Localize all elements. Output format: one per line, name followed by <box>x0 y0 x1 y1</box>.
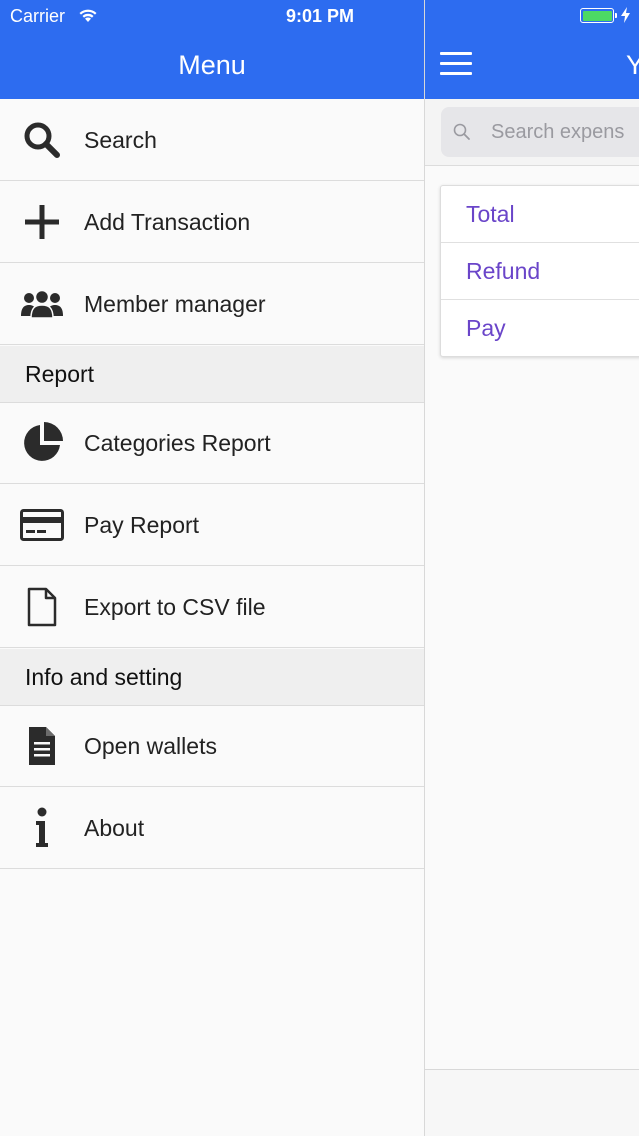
wifi-icon <box>78 8 98 28</box>
section-title: Info and setting <box>25 664 183 690</box>
menu-item-export-csv[interactable]: Export to CSV file <box>0 567 424 648</box>
search-expenses-input[interactable]: Search expens <box>441 107 639 157</box>
menu-item-label: Pay Report <box>84 512 200 538</box>
menu-item-label: Search <box>84 127 157 153</box>
battery-level <box>582 10 612 21</box>
menu-item-pay-report[interactable]: Pay Report <box>0 485 424 566</box>
side-menu: Carrier 9:01 PM Menu Search Add Transact… <box>0 0 424 1136</box>
charging-bolt-icon <box>621 7 630 28</box>
app-screen: Carrier 9:01 PM Menu Search Add Transact… <box>0 0 639 1136</box>
summary-label: Total <box>466 201 515 227</box>
battery-tip <box>615 13 617 18</box>
search-bar: Search expens <box>425 99 639 166</box>
summary-row-refund[interactable]: Refund <box>441 243 639 300</box>
menu-item-search[interactable]: Search <box>0 100 424 181</box>
file-icon <box>20 587 64 627</box>
menu-item-label: About <box>84 815 145 841</box>
carrier-label: Carrier <box>10 6 66 26</box>
summary-row-total[interactable]: Total <box>441 186 639 243</box>
section-header-info: Info and setting <box>0 649 424 706</box>
menu-item-about[interactable]: About <box>0 788 424 869</box>
summary-row-pay[interactable]: Pay <box>441 300 639 357</box>
section-header-report: Report <box>0 346 424 403</box>
menu-item-label: Open wallets <box>84 733 217 759</box>
menu-item-add-transaction[interactable]: Add Transaction <box>0 182 424 263</box>
main-header: Y <box>425 0 639 99</box>
main-panel: Y Search expens Total Refund Pa <box>424 0 639 1136</box>
menu-item-label: Member manager <box>84 291 266 317</box>
hamburger-menu-icon[interactable] <box>440 52 472 78</box>
summary-card: Total Refund Pay <box>440 185 639 357</box>
plus-icon <box>20 202 64 242</box>
menu-title: Menu <box>178 50 246 80</box>
battery-icon <box>580 8 614 23</box>
info-icon <box>20 807 64 848</box>
menu-item-label: Categories Report <box>84 430 271 456</box>
summary-label: Refund <box>466 258 541 284</box>
search-placeholder: Search expens <box>491 121 625 143</box>
menu-item-categories-report[interactable]: Categories Report <box>0 403 424 484</box>
search-icon <box>20 120 64 160</box>
menu-item-open-wallets[interactable]: Open wallets <box>0 706 424 787</box>
users-icon <box>20 284 64 324</box>
section-title: Report <box>25 361 95 387</box>
search-icon <box>453 123 471 146</box>
menu-header: Carrier 9:01 PM Menu <box>0 0 424 99</box>
credit-card-icon <box>20 505 64 545</box>
summary-label: Pay <box>466 315 506 341</box>
menu-item-label: Add Transaction <box>84 209 251 235</box>
pie-chart-icon <box>20 422 64 463</box>
document-icon <box>20 726 64 766</box>
bottom-toolbar <box>425 1069 639 1136</box>
menu-item-member-manager[interactable]: Member manager <box>0 264 424 345</box>
status-time: 9:01 PM <box>286 6 355 26</box>
main-title: Y <box>626 48 639 82</box>
menu-item-label: Export to CSV file <box>84 594 266 620</box>
